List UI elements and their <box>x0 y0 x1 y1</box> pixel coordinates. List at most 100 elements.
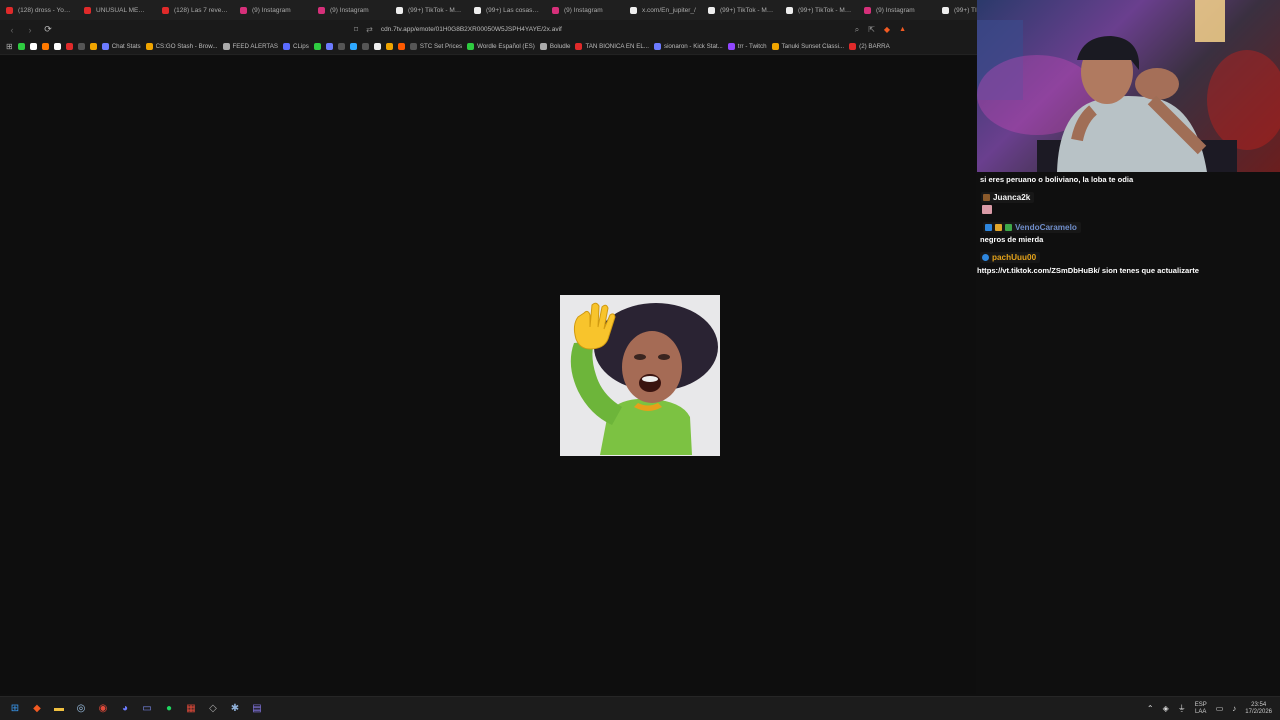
bookmark-item[interactable] <box>17 43 25 50</box>
file-explorer-icon[interactable]: ▬ <box>50 700 68 718</box>
bookmark-favicon-icon <box>17 43 25 50</box>
browser-tab[interactable]: (99+) TikTok - Make <box>780 0 858 20</box>
bookmark-item[interactable] <box>89 43 97 50</box>
tab-title: (99+) Las cosas bon <box>486 6 540 14</box>
bookmark-item[interactable] <box>373 43 381 50</box>
bookmark-item[interactable] <box>337 43 345 50</box>
bookmark-item[interactable]: CLips <box>283 43 309 50</box>
tab-title: (128) dross - YouTu <box>18 6 72 14</box>
chevron-up-icon[interactable]: ⌃ <box>1147 704 1154 713</box>
bookmark-item[interactable] <box>361 43 369 50</box>
brave-rewards-icon[interactable]: ▲ <box>899 26 906 33</box>
app-window-icon[interactable]: ▭ <box>138 700 156 718</box>
bookmark-item[interactable]: Wordle Español (ES) <box>467 43 535 50</box>
bookmark-item[interactable]: trr - Twitch <box>727 43 767 50</box>
back-icon[interactable]: ‹ <box>6 24 18 36</box>
browser-tab[interactable]: (128) Las 7 revelaci <box>156 0 234 20</box>
zoom-icon[interactable]: ⌕ <box>855 25 859 35</box>
epic-icon[interactable]: ◇ <box>204 700 222 718</box>
bookmark-item[interactable] <box>349 43 357 50</box>
forward-icon[interactable]: › <box>24 24 36 36</box>
spotify-icon[interactable]: ● <box>160 700 178 718</box>
network-icon[interactable]: ◈ <box>1163 704 1169 713</box>
site-info-icon[interactable]: ⇄ <box>366 25 373 34</box>
bookmark-icon[interactable]: ⌑ <box>354 25 358 34</box>
chat-username: VendoCaramelo <box>983 222 1081 233</box>
bookmark-favicon-icon <box>349 43 357 50</box>
bookmark-favicon-icon <box>385 43 393 50</box>
bookmark-item[interactable]: CS:GO Stash - Brow... <box>145 43 218 50</box>
browser-tab[interactable]: (99+) TI <box>936 0 980 20</box>
browser-toolbar: ‹ › ⟳ ⌑ ⇄ cdn.7tv.app/emote/01H0G8B2XR00… <box>0 20 980 39</box>
browser-tab[interactable]: x.com/En_jupiter_/ <box>624 0 702 20</box>
bookmark-favicon-icon <box>53 43 61 50</box>
bookmark-favicon-icon <box>101 43 109 50</box>
bookmark-favicon-icon <box>653 43 661 50</box>
chat-username: pachUuu00 <box>980 252 1041 263</box>
bookmark-item[interactable] <box>325 43 333 50</box>
bookmark-favicon-icon <box>313 43 321 50</box>
bookmark-item[interactable] <box>65 43 73 50</box>
reload-icon[interactable]: ⟳ <box>42 24 54 36</box>
language-indicator[interactable]: ESP LAA <box>1195 702 1207 716</box>
username-pachuuu00: pachUuu00 <box>992 253 1037 262</box>
bookmark-item[interactable] <box>313 43 321 50</box>
clock[interactable]: 23:54 17/2/2026 <box>1245 702 1272 716</box>
toolbar-actions: ⌕ ⇱ ◆ ▲ <box>855 25 906 35</box>
badge-icon <box>995 224 1002 231</box>
steam-icon[interactable]: ◎ <box>72 700 90 718</box>
brave-icon[interactable]: ◆ <box>28 700 46 718</box>
address-bar[interactable]: ⌑ ⇄ cdn.7tv.app/emote/01H0G8B2XR00050W5J… <box>354 25 562 34</box>
bookmark-item[interactable]: FEED ALERTAS <box>222 43 278 50</box>
browser-tab[interactable]: (99+) Las cosas bon <box>468 0 546 20</box>
browser-tab[interactable]: (99+) TikTok - Make <box>390 0 468 20</box>
bookmark-item[interactable]: TAN BIONICA EN EL... <box>575 43 649 50</box>
bookmark-label: STC Set Prices <box>419 43 463 50</box>
bookmark-item[interactable]: Chat Stats <box>101 43 141 50</box>
bookmark-item[interactable] <box>397 43 405 50</box>
bookmark-item[interactable]: sionaron - Kick Stat... <box>653 43 723 50</box>
calendar-icon[interactable]: ▦ <box>182 700 200 718</box>
clock-time: 23:54 <box>1251 701 1267 708</box>
bookmark-item[interactable] <box>41 43 49 50</box>
browser-tab[interactable]: (9) Instagram <box>858 0 936 20</box>
bookmark-item[interactable] <box>53 43 61 50</box>
bookmark-favicon-icon <box>727 43 735 50</box>
chat-overlay: si eres peruano o boliviano, la loba te … <box>977 172 1280 280</box>
system-tray: ⌃ ◈ ⏚ ESP LAA ▭ ♪ 23:54 17/2/2026 <box>1147 702 1272 716</box>
bookmark-item[interactable]: STC Set Prices <box>409 43 463 50</box>
bookmark-item[interactable] <box>385 43 393 50</box>
chat-message: si eres peruano o boliviano, la loba te … <box>980 175 1134 184</box>
browser-tab[interactable]: (9) Instagram <box>312 0 390 20</box>
windows-start-icon[interactable]: ⊞ <box>6 700 24 718</box>
settings-icon[interactable]: ✱ <box>226 700 244 718</box>
tab-title: UNUSUAL MEMES <box>96 6 150 14</box>
browser-tab[interactable]: (128) dross - YouTu <box>0 0 78 20</box>
bookmark-item[interactable] <box>29 43 37 50</box>
browser-tab[interactable]: (9) Instagram <box>546 0 624 20</box>
tiktok-icon <box>708 6 715 14</box>
brave-shields-icon[interactable]: ◆ <box>884 25 890 34</box>
browser-tab[interactable]: UNUSUAL MEMES <box>78 0 156 20</box>
tab-title: (9) Instagram <box>330 6 369 14</box>
tab-title: (99+) TikTok - Make <box>720 6 774 14</box>
bookmark-label: CLips <box>293 43 309 50</box>
volume-icon[interactable]: ♪ <box>1232 704 1236 713</box>
discord-icon[interactable]: ◕ <box>116 700 134 718</box>
notes-icon[interactable]: ▤ <box>248 700 266 718</box>
bookmark-item[interactable]: (2) BARRA <box>849 43 890 50</box>
bookmark-item[interactable]: Tanuki Sunset Classi... <box>771 43 844 50</box>
bookmark-item[interactable]: Boludle <box>539 43 570 50</box>
bookmark-favicon-icon <box>29 43 37 50</box>
url-text[interactable]: cdn.7tv.app/emote/01H0G8B2XR00050W5JSPH4… <box>381 26 562 33</box>
username-vendocaramelo: VendoCaramelo <box>1015 223 1077 232</box>
browser-tab[interactable]: (9) Instagram <box>234 0 312 20</box>
apps-grid-icon[interactable]: ⊞ <box>6 42 13 51</box>
share-icon[interactable]: ⇱ <box>868 25 875 34</box>
monitor-icon[interactable]: ▭ <box>1216 704 1224 713</box>
browser-tab[interactable]: (99+) TikTok - Make <box>702 0 780 20</box>
usb-icon[interactable]: ⏚ <box>1178 703 1186 714</box>
chrome-icon[interactable]: ◉ <box>94 700 112 718</box>
bookmark-item[interactable] <box>77 43 85 50</box>
chat-username: Juanca2k <box>981 192 1035 203</box>
